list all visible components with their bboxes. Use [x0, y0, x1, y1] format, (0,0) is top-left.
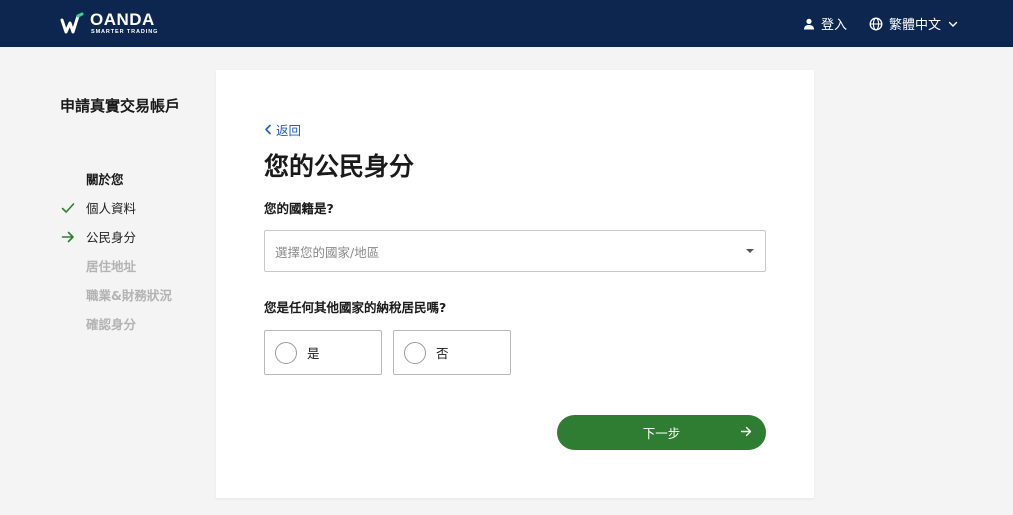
radio-circle — [404, 341, 426, 364]
tax-residency-question: 您是任何其他國家的納稅居民嗎? — [264, 300, 447, 315]
back-link[interactable]: 返回 — [264, 120, 301, 139]
sidebar-title: 申請真實交易帳戶 — [60, 97, 181, 115]
application-progress-sidebar: 申請真實交易帳戶 關於您 個人資料 公民身分 居住地址 職業&財務狀況 確認身分 — [60, 95, 210, 338]
step-label: 公民身分 — [86, 230, 137, 245]
step-personal-info[interactable]: 個人資料 — [60, 193, 210, 222]
login-label: 登入 — [820, 18, 847, 33]
caret-down-icon — [746, 249, 754, 253]
page-title: 您的公民身分 — [264, 152, 415, 181]
chevron-down-icon — [948, 21, 958, 27]
step-label: 個人資料 — [86, 201, 137, 216]
logo-tagline: SMARTER TRADING — [91, 29, 159, 36]
next-step-label: 下一步 — [642, 426, 681, 441]
step-label: 確認身分 — [86, 317, 137, 332]
oanda-logo[interactable]: OANDA SMARTER TRADING — [60, 11, 158, 36]
step-label: 居住地址 — [86, 259, 137, 274]
nationality-select[interactable]: 選擇您的國家/地區 — [264, 230, 766, 272]
arrow-right-icon — [740, 425, 752, 440]
language-selector[interactable]: 繁體中文 — [869, 14, 959, 33]
check-icon — [60, 200, 76, 216]
back-label: 返回 — [276, 123, 302, 138]
arrow-right-icon — [60, 229, 76, 245]
next-step-button[interactable]: 下一步 — [557, 415, 766, 450]
radio-circle — [275, 341, 297, 364]
nationality-question: 您的國籍是? — [264, 201, 334, 216]
login-link[interactable]: 登入 — [803, 14, 847, 33]
globe-icon — [869, 17, 883, 30]
tax-residency-yes-option[interactable]: 是 — [264, 330, 382, 375]
chevron-left-icon — [265, 124, 271, 135]
top-header: OANDA SMARTER TRADING 登入 繁體中文 — [0, 0, 1013, 47]
step-verify-identity: 確認身分 — [60, 309, 210, 338]
step-label: 職業&財務狀況 — [86, 288, 172, 303]
nationality-placeholder: 選擇您的國家/地區 — [275, 244, 380, 260]
citizenship-form-card: 返回 您的公民身分 您的國籍是? 選擇您的國家/地區 您是任何其他國家的納稅居民… — [216, 70, 814, 498]
radio-label-yes: 是 — [307, 346, 320, 361]
tax-residency-options: 是 否 — [264, 330, 766, 375]
oanda-logo-icon — [60, 12, 84, 33]
step-residential-address: 居住地址 — [60, 251, 210, 280]
radio-label-no: 否 — [436, 346, 449, 361]
language-label: 繁體中文 — [888, 18, 941, 33]
progress-steps: 關於您 個人資料 公民身分 居住地址 職業&財務狀況 確認身分 — [60, 164, 210, 338]
person-icon — [803, 18, 814, 29]
step-label: 關於您 — [86, 172, 124, 187]
tax-residency-no-option[interactable]: 否 — [393, 330, 511, 375]
step-citizenship[interactable]: 公民身分 — [60, 222, 210, 251]
step-about-you: 關於您 — [60, 164, 210, 193]
step-employment-finance: 職業&財務狀況 — [60, 280, 210, 309]
logo-name: OANDA — [90, 10, 155, 30]
